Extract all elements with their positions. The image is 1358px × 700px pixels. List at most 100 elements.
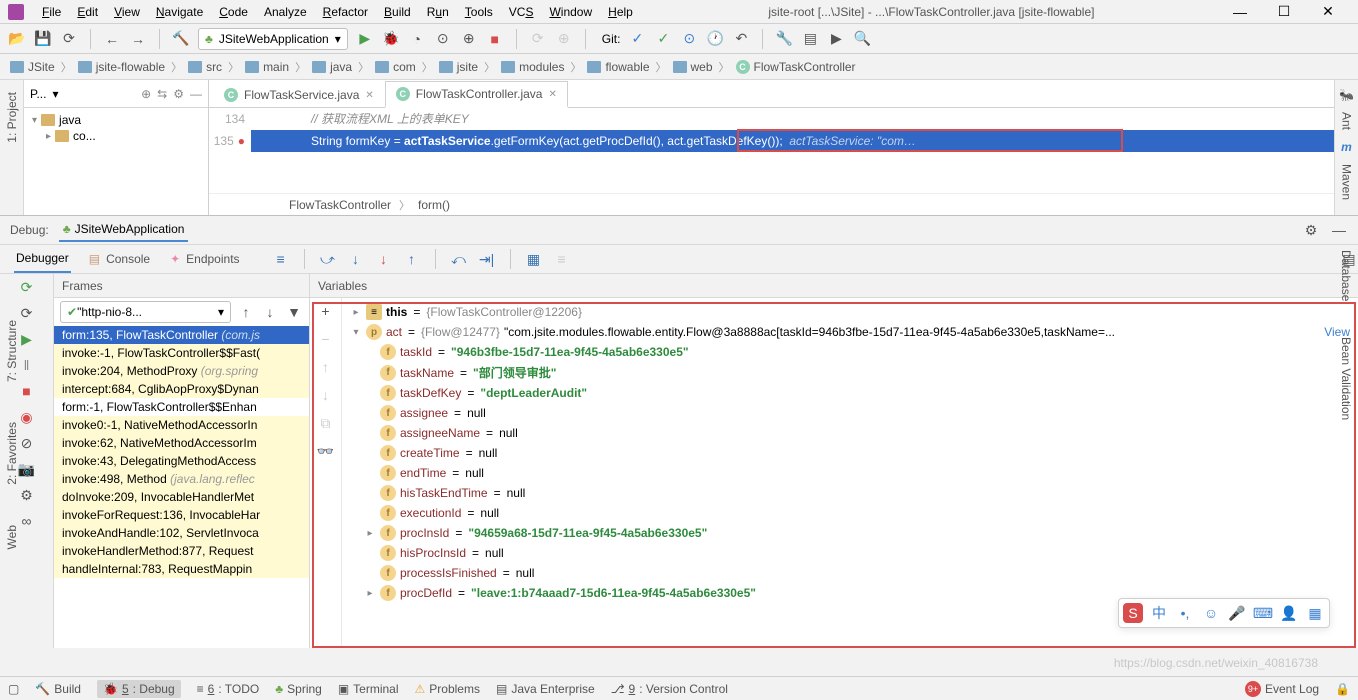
menu-tools[interactable]: Tools [457,3,501,21]
menu-file[interactable]: File [34,3,69,21]
remove-watch-icon[interactable]: − [317,330,335,348]
debug-run-config[interactable]: ♣JSiteWebApplication [59,218,189,242]
tab-console[interactable]: ▤Console [87,246,152,272]
breadcrumb-item[interactable]: JSite [10,60,55,74]
sb-toggle-icon[interactable]: ▢ [8,682,19,696]
variable-row[interactable]: ▾p act = {Flow@12477} "com.jsite.modules… [346,322,1354,342]
menu-navigate[interactable]: Navigate [148,3,211,21]
tab-structure[interactable]: 7: Structure [5,320,19,382]
coverage-icon[interactable]: ◔ [408,30,426,48]
frame-item[interactable]: handleInternal:783, RequestMappin [54,560,309,578]
minimize-button[interactable]: — [1222,3,1258,21]
sb-terminal[interactable]: ▣Terminal [338,682,399,696]
breadcrumb-item[interactable]: CFlowTaskController [736,60,856,74]
frame-item[interactable]: invokeAndHandle:102, ServletInvoca [54,524,309,542]
maximize-button[interactable]: ☐ [1266,3,1302,21]
drop-frame-icon[interactable]: ⤺ [450,250,468,268]
menu-refactor[interactable]: Refactor [315,3,376,21]
variable-row[interactable]: f taskName = "部门领导审批" [346,362,1354,383]
frame-item[interactable]: form:135, FlowTaskController (com.js [54,326,309,344]
update-icon[interactable]: ⟳ [529,30,547,48]
hide-icon[interactable]: — [190,87,202,101]
variable-row[interactable]: ▸≡ this = {FlowTaskController@12206} [346,302,1354,322]
breakpoint-icon[interactable]: ● [238,130,245,152]
sb-todo[interactable]: ≡6: TODO [197,682,260,696]
breadcrumb-item[interactable]: jsite-flowable [78,60,165,74]
code-editor[interactable]: 134 135● // 获取流程XML 上的表单KEY String formK… [209,108,1334,193]
ime-toolbox-icon[interactable]: ▦ [1305,603,1325,623]
menu-run[interactable]: Run [419,3,457,21]
glasses-icon[interactable]: 👓 [317,442,335,460]
sb-spring[interactable]: ♣Spring [275,682,322,696]
tab-project[interactable]: 1: Project [5,92,19,143]
chevron-down-icon[interactable]: ▾ [52,87,58,101]
frames-list[interactable]: form:135, FlowTaskController (com.jsinvo… [54,326,309,648]
build-hammer-icon[interactable]: 🔨 [172,30,190,48]
back-icon[interactable]: ← [103,30,121,48]
show-exec-point-icon[interactable]: ≡ [272,250,290,268]
tab-debugger[interactable]: Debugger [14,245,71,273]
frame-item[interactable]: invokeForRequest:136, InvocableHar [54,506,309,524]
frame-item[interactable]: invoke:204, MethodProxy (org.spring [54,362,309,380]
variable-row[interactable]: f assignee = null [346,403,1354,423]
project-tree[interactable]: ▾java ▸co... [24,108,208,148]
editor-tab-flowtaskcontroller[interactable]: CFlowTaskController.java✕ [385,81,568,108]
frame-item[interactable]: invoke:-1, FlowTaskController$$Fast( [54,344,309,362]
force-step-into-icon[interactable]: ↓ [375,250,393,268]
ime-lang-icon[interactable]: 中 [1149,603,1169,623]
variable-row[interactable]: f hisTaskEndTime = null [346,483,1354,503]
refresh-icon[interactable]: ⟳ [60,30,78,48]
step-into-icon[interactable]: ↓ [347,250,365,268]
menu-analyze[interactable]: Analyze [256,3,315,21]
tab-web[interactable]: Web [5,525,19,549]
rerun-icon[interactable]: ⟳ [18,278,36,296]
settings-icon[interactable]: 🔧 [775,30,793,48]
run-icon[interactable]: ▶ [356,30,374,48]
tree-node[interactable]: ▾java [28,112,204,128]
search-everywhere-icon[interactable]: 🔍 [853,30,871,48]
sb-problems[interactable]: ⚠Problems [415,682,480,696]
gear-icon[interactable]: ⚙ [1302,221,1320,239]
frame-item[interactable]: invoke:43, DelegatingMethodAccess [54,452,309,470]
code-content[interactable]: // 获取流程XML 上的表单KEY String formKey = actT… [251,108,1334,193]
variable-row[interactable]: f endTime = null [346,463,1354,483]
next-frame-icon[interactable]: ↓ [261,303,279,321]
expand-arrow-icon[interactable]: ▸ [350,307,362,318]
thread-dropdown[interactable]: ✔"http-nio-8...▾ [60,301,231,323]
breadcrumb-item[interactable]: src [188,60,222,74]
stop-icon[interactable]: ■ [486,30,504,48]
expand-arrow-icon[interactable]: ▸ [364,528,376,539]
breadcrumb-item[interactable]: jsite [439,60,478,74]
sb-java-ee[interactable]: ▤Java Enterprise [496,682,595,696]
breadcrumb-item[interactable]: flowable [587,60,649,74]
prev-frame-icon[interactable]: ↑ [237,303,255,321]
variable-row[interactable]: f assigneeName = null [346,423,1354,443]
menu-window[interactable]: Window [541,3,600,21]
run-config-dropdown[interactable]: ♣ JSiteWebApplication ▾ [198,28,348,50]
frame-item[interactable]: invoke0:-1, NativeMethodAccessorIn [54,416,309,434]
filter-icon[interactable]: ▼ [285,303,303,321]
bc-class[interactable]: FlowTaskController [289,198,391,212]
attach-icon[interactable]: ⊕ [460,30,478,48]
gear-icon[interactable]: ⚙ [173,87,184,101]
structure-icon[interactable]: ▤ [801,30,819,48]
add-watch-icon[interactable]: + [317,302,335,320]
evaluate-icon[interactable]: ▦ [525,250,543,268]
commit-icon[interactable]: ⊕ [555,30,573,48]
close-icon[interactable]: ✕ [548,89,556,100]
ime-toolbar[interactable]: S 中 •, ☺ 🎤 ⌨ 👤 ▦ [1118,598,1330,628]
variable-row[interactable]: f taskDefKey = "deptLeaderAudit" [346,383,1354,403]
down-icon[interactable]: ↓ [317,386,335,404]
sb-event-log[interactable]: 9+Event Log [1245,681,1319,697]
sb-debug[interactable]: 🐞5: Debug [97,680,181,698]
open-icon[interactable]: 📂 [8,30,26,48]
variable-row[interactable]: f createTime = null [346,443,1354,463]
git-update-icon[interactable]: ✓ [628,30,646,48]
sb-version-control[interactable]: ⎇9: Version Control [611,682,728,696]
menu-edit[interactable]: Edit [69,3,106,21]
breadcrumb-item[interactable]: com [375,60,416,74]
step-over-icon[interactable]: ⤻ [319,250,337,268]
git-compare-icon[interactable]: ⊙ [680,30,698,48]
bc-method[interactable]: form() [418,198,450,212]
tab-ant[interactable]: Ant [1340,112,1354,130]
